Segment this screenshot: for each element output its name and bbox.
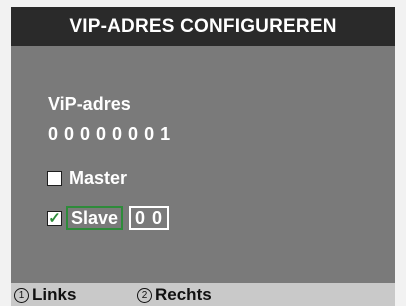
softkey-bar: 1 Links 2 Rechts: [11, 283, 395, 306]
softkey-rechts[interactable]: 2 Rechts: [137, 285, 212, 305]
slave-id-field[interactable]: 0 0: [129, 206, 170, 230]
slave-option[interactable]: ✓ Slave 0 0: [47, 206, 170, 230]
key-1-icon: 1: [14, 287, 29, 303]
vip-address-label: ViP-adres: [48, 94, 131, 114]
master-option[interactable]: Master: [47, 168, 127, 189]
master-label: Master: [69, 168, 128, 188]
softkey-rechts-label: Rechts: [155, 285, 212, 304]
device-screen: VIP-ADRES CONFIGUREREN ViP-adres 0 0 0 0…: [11, 7, 395, 306]
key-2-icon: 2: [137, 287, 152, 303]
softkey-links-label: Links: [32, 285, 77, 304]
master-checkbox[interactable]: [47, 171, 62, 186]
softkey-links[interactable]: 1 Links: [14, 285, 76, 305]
vip-address-value[interactable]: 0 0 0 0 0 0 0 1: [48, 124, 171, 145]
slave-label: Slave: [66, 206, 124, 230]
slave-checkbox[interactable]: ✓: [47, 210, 62, 226]
screen-title: VIP-ADRES CONFIGUREREN: [11, 7, 395, 46]
